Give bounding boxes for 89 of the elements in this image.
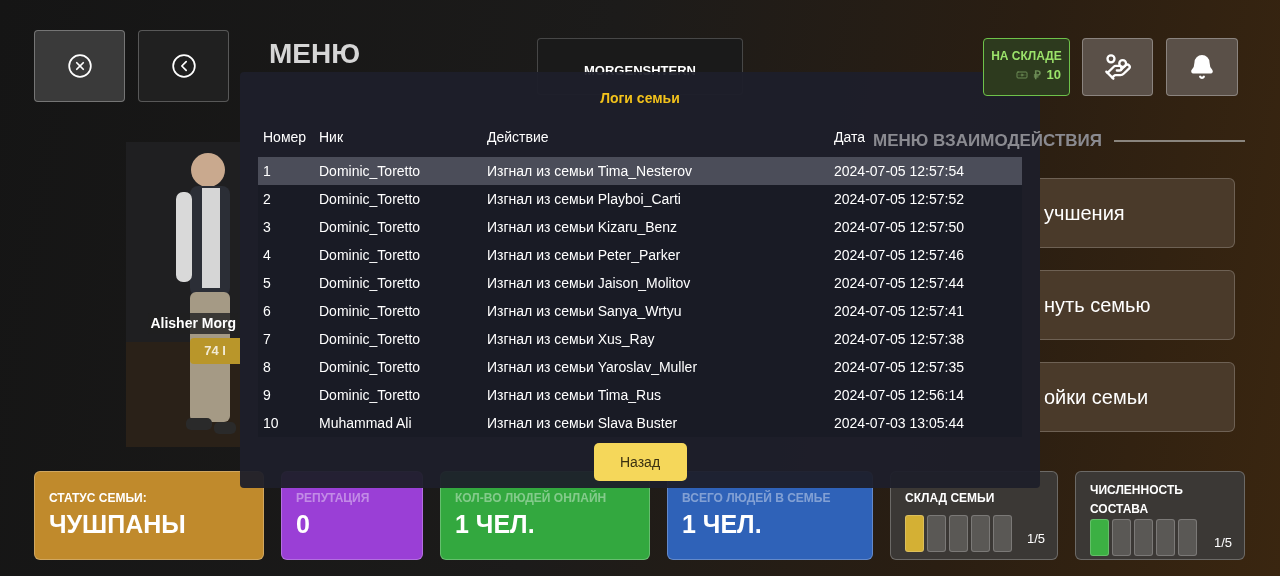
table-cell-text: 9: [263, 385, 272, 405]
table-cell-text: Изгнал из семьи Peter_Parker: [487, 245, 682, 265]
menu-title: МЕНЮ: [269, 40, 361, 68]
stat-label: СКЛАД СЕМЬИ: [905, 490, 996, 507]
table-cell-text: Muhammad Ali: [319, 413, 413, 433]
column-header: Ник: [319, 128, 344, 147]
table-cell-text: Изгнал из семьи Kizaru_Benz: [487, 217, 679, 237]
table-cell-text: Dominic_Toretto: [319, 385, 422, 405]
table-cell-text: 8: [263, 357, 272, 377]
log-row[interactable]: 10 Muhammad Ali Изгнал из семьи Slava Buster 2024-07-03 13:05:44: [258, 409, 1022, 437]
log-row[interactable]: 7 Dominic_Toretto Изгнал из семьи Xus_Ray 2024-07-05 12:57:38: [258, 325, 1022, 353]
table-cell-text: 2024-07-05 12:57:52: [834, 189, 965, 209]
log-row[interactable]: 3 Dominic_Toretto Изгнал из семьи Kizaru_Benz 2024-07-05 12:57:50: [258, 213, 1022, 241]
table-cell-text: 2: [263, 189, 272, 209]
column-header: Номер: [263, 128, 307, 147]
table-cell-text: 2024-07-05 12:57:54: [834, 161, 965, 181]
column-header: Дата: [834, 128, 865, 147]
table-cell-text: Dominic_Toretto: [319, 217, 422, 237]
table-cell-text: 2024-07-05 12:56:14: [834, 385, 965, 405]
stat-value: ЧУШПАНЫ: [49, 512, 187, 537]
table-cell-text: Изгнал из семьи Xus_Ray: [487, 329, 656, 349]
table-cell-text: 1: [263, 161, 272, 181]
log-row[interactable]: 4 Dominic_Toretto Изгнал из семьи Peter_Parker 2024-07-05 12:57:46: [258, 241, 1022, 269]
table-cell-text: 7: [263, 329, 272, 349]
log-row[interactable]: 2 Dominic_Toretto Изгнал из семьи Playboi_Carti 2024-07-05 12:57:52: [258, 185, 1022, 213]
table-cell-text: 2024-07-05 12:57:38: [834, 329, 965, 349]
storage-value: 10: [1046, 68, 1061, 81]
table-cell-text: Изгнал из семьи Tima_Rus: [487, 385, 662, 405]
table-cell-text: Dominic_Toretto: [319, 245, 422, 265]
table-cell-text: 2024-07-05 12:57:50: [834, 217, 965, 237]
log-row[interactable]: 6 Dominic_Toretto Изгнал из семьи Sanya_Wrtyu 2024-07-05 12:57:41: [258, 297, 1022, 325]
table-cell-text: 4: [263, 245, 272, 265]
interaction-menu-title: МЕНЮ ВЗАИМОДЕЙСТВИЯ: [873, 130, 1102, 152]
table-cell-text: Dominic_Toretto: [319, 329, 422, 349]
column-header: Действие: [487, 128, 549, 147]
family-name: MORGENSHTERN: [584, 62, 696, 80]
table-cell-text: 2024-07-05 12:57:44: [834, 273, 965, 293]
table-cell-text: 5: [263, 273, 272, 293]
menu-option-button[interactable]: нуть семью: [1040, 269, 1235, 340]
table-cell-text: 2024-07-05 12:57:35: [834, 357, 965, 377]
notifications-button[interactable]: [1166, 38, 1238, 96]
stat-value: 0: [296, 512, 311, 537]
table-cell-text: Изгнал из семьи Sanya_Wrtyu: [487, 301, 683, 321]
dialog-title: Логи семьи: [600, 89, 680, 108]
slot-count: 1/5: [1213, 533, 1232, 552]
close-button[interactable]: [34, 30, 125, 102]
stat-label: ВСЕГО ЛЮДЕЙ В СЕМЬЕ: [682, 489, 832, 507]
menu-option-button[interactable]: учшения: [1040, 177, 1235, 248]
player-name: Alisher Morg: [148, 313, 238, 334]
stat-label: ЧИСЛЕННОСТЬ СОСТАВА: [1090, 482, 1184, 518]
table-cell-text: Изгнал из семьи Tima_Nesterov: [487, 161, 694, 181]
hand-button[interactable]: [1082, 38, 1153, 96]
table-cell-text: Dominic_Toretto: [319, 357, 422, 377]
back-icon: [170, 53, 197, 79]
back-dialog-button[interactable]: Назад: [593, 443, 687, 481]
table-cell-text: Изгнал из семьи Playboi_Carti: [487, 189, 682, 209]
close-icon: [66, 53, 93, 79]
back-button[interactable]: [138, 30, 229, 102]
table-cell-text: Dominic_Toretto: [319, 301, 422, 321]
player-id-badge: 74 I: [190, 338, 240, 364]
log-row[interactable]: 9 Dominic_Toretto Изгнал из семьи Tima_Rus 2024-07-05 12:56:14: [258, 381, 1022, 409]
slot-count: 1/5: [1026, 529, 1045, 548]
stat-value: 1 ЧЕЛ.: [455, 512, 536, 537]
storage-label: НА СКЛАДЕ: [991, 50, 1062, 62]
menu-option-button[interactable]: ойки семьи: [1040, 361, 1235, 432]
table-cell-text: Dominic_Toretto: [319, 189, 422, 209]
table-cell-text: 6: [263, 301, 272, 321]
table-cell-text: 10: [263, 413, 280, 433]
currency-sign: ₽: [1033, 68, 1041, 81]
stat-label: СТАТУС СЕМЬИ:: [49, 490, 148, 507]
log-row[interactable]: 8 Dominic_Toretto Изгнал из семьи Yaroslav_Muller 2024-07-05 12:57:35: [258, 353, 1022, 381]
bell-icon: [1189, 54, 1215, 80]
table-cell-text: Dominic_Toretto: [319, 273, 422, 293]
table-cell-text: Dominic_Toretto: [319, 161, 422, 181]
cash-icon: [1015, 68, 1028, 81]
table-cell-text: Изгнал из семьи Slava Buster: [487, 413, 679, 433]
stat-value: 1 ЧЕЛ.: [682, 512, 763, 537]
log-row[interactable]: 5 Dominic_Toretto Изгнал из семьи Jaison_Molitov 2024-07-05 12:57:44: [258, 269, 1022, 297]
table-cell-text: Изгнал из семьи Yaroslav_Muller: [487, 357, 699, 377]
stat-label: КОЛ-ВО ЛЮДЕЙ ОНЛАЙН: [455, 489, 608, 507]
hand-icon: [1103, 53, 1132, 81]
stat-label: РЕПУТАЦИЯ: [296, 490, 371, 507]
table-cell-text: 2024-07-05 12:57:46: [834, 245, 965, 265]
table-cell-text: 3: [263, 217, 272, 237]
table-cell-text: 2024-07-03 13:05:44: [834, 413, 965, 433]
storage-badge[interactable]: НА СКЛАДЕ ₽ 10: [983, 38, 1070, 96]
table-cell-text: 2024-07-05 12:57:41: [834, 301, 965, 321]
log-row[interactable]: 1 Dominic_Toretto Изгнал из семьи Tima_Nesterov 2024-07-05 12:57:54: [258, 157, 1022, 185]
table-cell-text: Изгнал из семьи Jaison_Molitov: [487, 273, 692, 293]
